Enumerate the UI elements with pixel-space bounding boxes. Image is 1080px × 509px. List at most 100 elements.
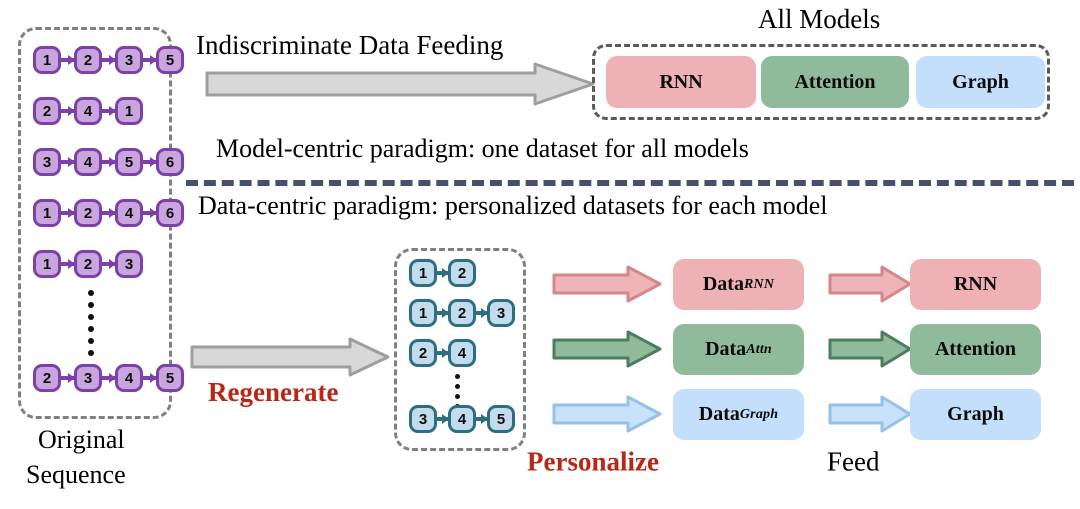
sequence-node: 4 [448,405,476,433]
sequence-node: 2 [74,46,102,74]
figure-canvas: 1 2 3 5 2 4 1 3 4 5 6 1 2 4 6 1 2 3 2 3 … [0,0,1080,509]
sequence-node: 4 [74,148,102,176]
sequence-node: 2 [74,250,102,278]
sequence-link [102,58,115,62]
all-models-item-graph: Graph [916,56,1045,108]
regenerate-arrow-icon [190,337,390,377]
sequence-node: 6 [156,199,184,227]
feeding-arrow-icon [205,62,595,106]
sequence-link [476,417,487,421]
paradigm-divider [186,180,1074,186]
sequence-node: 2 [448,299,476,327]
target-model-graph: Graph [910,389,1041,440]
target-model-label: RNN [953,273,998,295]
personalize-arrow-rnn-icon [552,265,662,303]
sequence-link [102,109,115,113]
sequence-node: 3 [409,405,437,433]
indiscriminate-feeding-label: Indiscriminate Data Feeding [196,30,504,60]
sequence-node: 5 [487,405,515,433]
sequence-node: 1 [33,199,61,227]
sequence-link [61,262,74,266]
sequence-node: 2 [448,259,476,287]
regenerated-sequence-row: 2 4 [409,339,476,367]
regenerated-sequence-row: 1 2 [409,259,476,287]
original-sequence-row: 2 3 4 5 [33,364,184,392]
sequence-node: 5 [115,148,143,176]
sequence-node: 3 [115,250,143,278]
sequence-link [437,271,448,275]
sequence-node: 1 [115,97,143,125]
target-model-attention: Attention [910,324,1041,375]
original-sequence-row: 2 4 1 [33,97,143,125]
sequence-node: 1 [33,250,61,278]
sequence-link [476,311,487,315]
original-sequence-label-line2: Sequence [26,460,126,489]
sequence-node: 4 [115,199,143,227]
sequence-link [143,211,156,215]
regenerated-sequence-row: 1 2 3 [409,299,515,327]
sequence-node: 3 [115,46,143,74]
original-sequence-row: 3 4 5 6 [33,148,184,176]
sequence-link [61,376,74,380]
personalized-dataset-graph: Data Graph [673,389,804,440]
sequence-link [437,417,448,421]
dataset-subscript-label: Attn [746,341,772,357]
feed-label: Feed [827,446,880,477]
original-sequence-label-line1: Original [38,425,125,454]
original-sequence-row: 1 2 3 5 [33,46,184,74]
target-model-label: Attention [934,338,1017,360]
sequence-node: 3 [33,148,61,176]
sequence-node: 2 [33,97,61,125]
sequence-node: 1 [409,299,437,327]
dataset-subscript-label: Graph [739,406,779,422]
sequence-node: 2 [409,339,437,367]
dataset-subscript-label: RNN [743,276,775,292]
sequence-link [102,262,115,266]
all-models-item-attention: Attention [761,56,909,108]
dataset-base-label: Data [702,273,744,295]
sequence-node: 4 [115,364,143,392]
sequence-node: 5 [156,364,184,392]
all-models-item-label: Graph [952,70,1009,93]
regenerated-sequence-row: 3 4 5 [409,405,515,433]
personalized-dataset-attn: Data Attn [673,324,804,375]
sequence-link [61,211,74,215]
all-models-title: All Models [758,4,881,34]
sequence-link [61,160,74,164]
all-models-item-rnn: RNN [606,56,756,108]
dataset-base-label: Data [705,338,747,360]
sequence-node: 5 [156,46,184,74]
feed-arrow-rnn-icon [828,265,912,303]
sequence-link [102,160,115,164]
vertical-ellipsis-icon [88,290,94,362]
sequence-node: 2 [33,364,61,392]
sequence-node: 1 [409,259,437,287]
target-model-label: Graph [947,403,1004,425]
sequence-link [102,376,115,380]
sequence-node: 4 [448,339,476,367]
sequence-link [143,376,156,380]
sequence-link [61,58,74,62]
feed-arrow-graph-icon [828,395,912,433]
sequence-node: 3 [74,364,102,392]
personalized-dataset-rnn: Data RNN [673,259,804,310]
personalize-label: Personalize [527,446,659,477]
sequence-link [61,109,74,113]
target-model-rnn: RNN [910,259,1041,310]
dataset-base-label: Data [698,403,740,425]
sequence-node: 4 [74,97,102,125]
sequence-node: 1 [33,46,61,74]
sequence-link [437,351,448,355]
sequence-link [143,160,156,164]
model-centric-caption: Model-centric paradigm: one dataset for … [216,134,749,163]
sequence-link [143,58,156,62]
personalize-arrow-attn-icon [552,330,662,368]
sequence-node: 3 [487,299,515,327]
data-centric-caption: Data-centric paradigm: personalized data… [198,191,828,220]
sequence-node: 6 [156,148,184,176]
sequence-node: 2 [74,199,102,227]
original-sequence-row: 1 2 4 6 [33,199,184,227]
feed-arrow-attn-icon [828,330,912,368]
sequence-link [437,311,448,315]
original-sequence-row: 1 2 3 [33,250,143,278]
